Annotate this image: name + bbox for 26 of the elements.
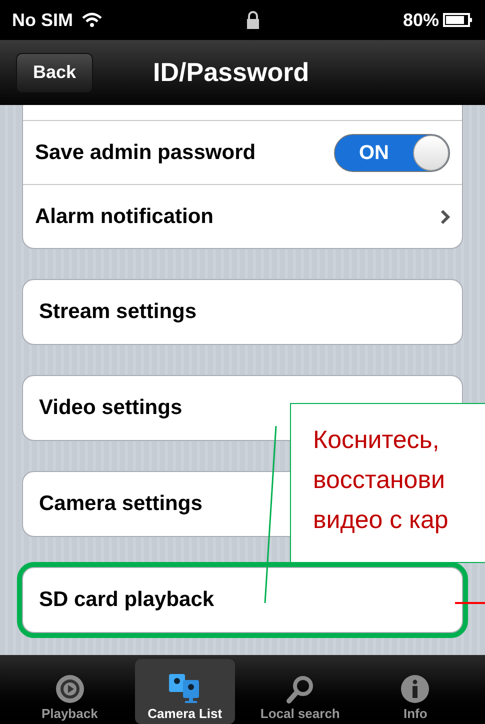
- battery-text: 80%: [402, 8, 439, 32]
- settings-row[interactable]: SD card playback: [23, 568, 462, 632]
- settings-row[interactable]: Save admin password ON: [23, 120, 462, 184]
- toggle-switch[interactable]: ON: [334, 134, 450, 172]
- lock-icon: [246, 11, 260, 29]
- back-button[interactable]: Back: [16, 52, 94, 92]
- settings-row[interactable]: Alarm notification: [23, 184, 462, 248]
- row-label: Alarm notification: [35, 204, 214, 230]
- wifi-icon: [81, 12, 103, 28]
- row-label: SD card playback: [39, 587, 214, 614]
- battery-icon: [443, 12, 473, 28]
- tab-item[interactable]: Local search: [250, 659, 350, 724]
- replay-icon: [54, 674, 85, 704]
- search-icon: [285, 674, 316, 704]
- chevron-icon: [440, 208, 450, 224]
- tab-item[interactable]: Info: [366, 659, 465, 724]
- tab-item[interactable]: Playback: [20, 659, 120, 724]
- tab-item[interactable]: Camera List: [135, 659, 234, 724]
- carrier-text: No SIM: [12, 8, 73, 32]
- settings-row[interactable]: Stream settings: [23, 280, 462, 344]
- toggle-text: ON: [358, 140, 390, 166]
- row-label: Video settings: [39, 395, 182, 422]
- screen-title: ID/Password: [153, 56, 310, 89]
- row-label: Stream settings: [39, 299, 197, 326]
- info-icon: [400, 674, 430, 704]
- row-label: Save admin password: [35, 140, 256, 166]
